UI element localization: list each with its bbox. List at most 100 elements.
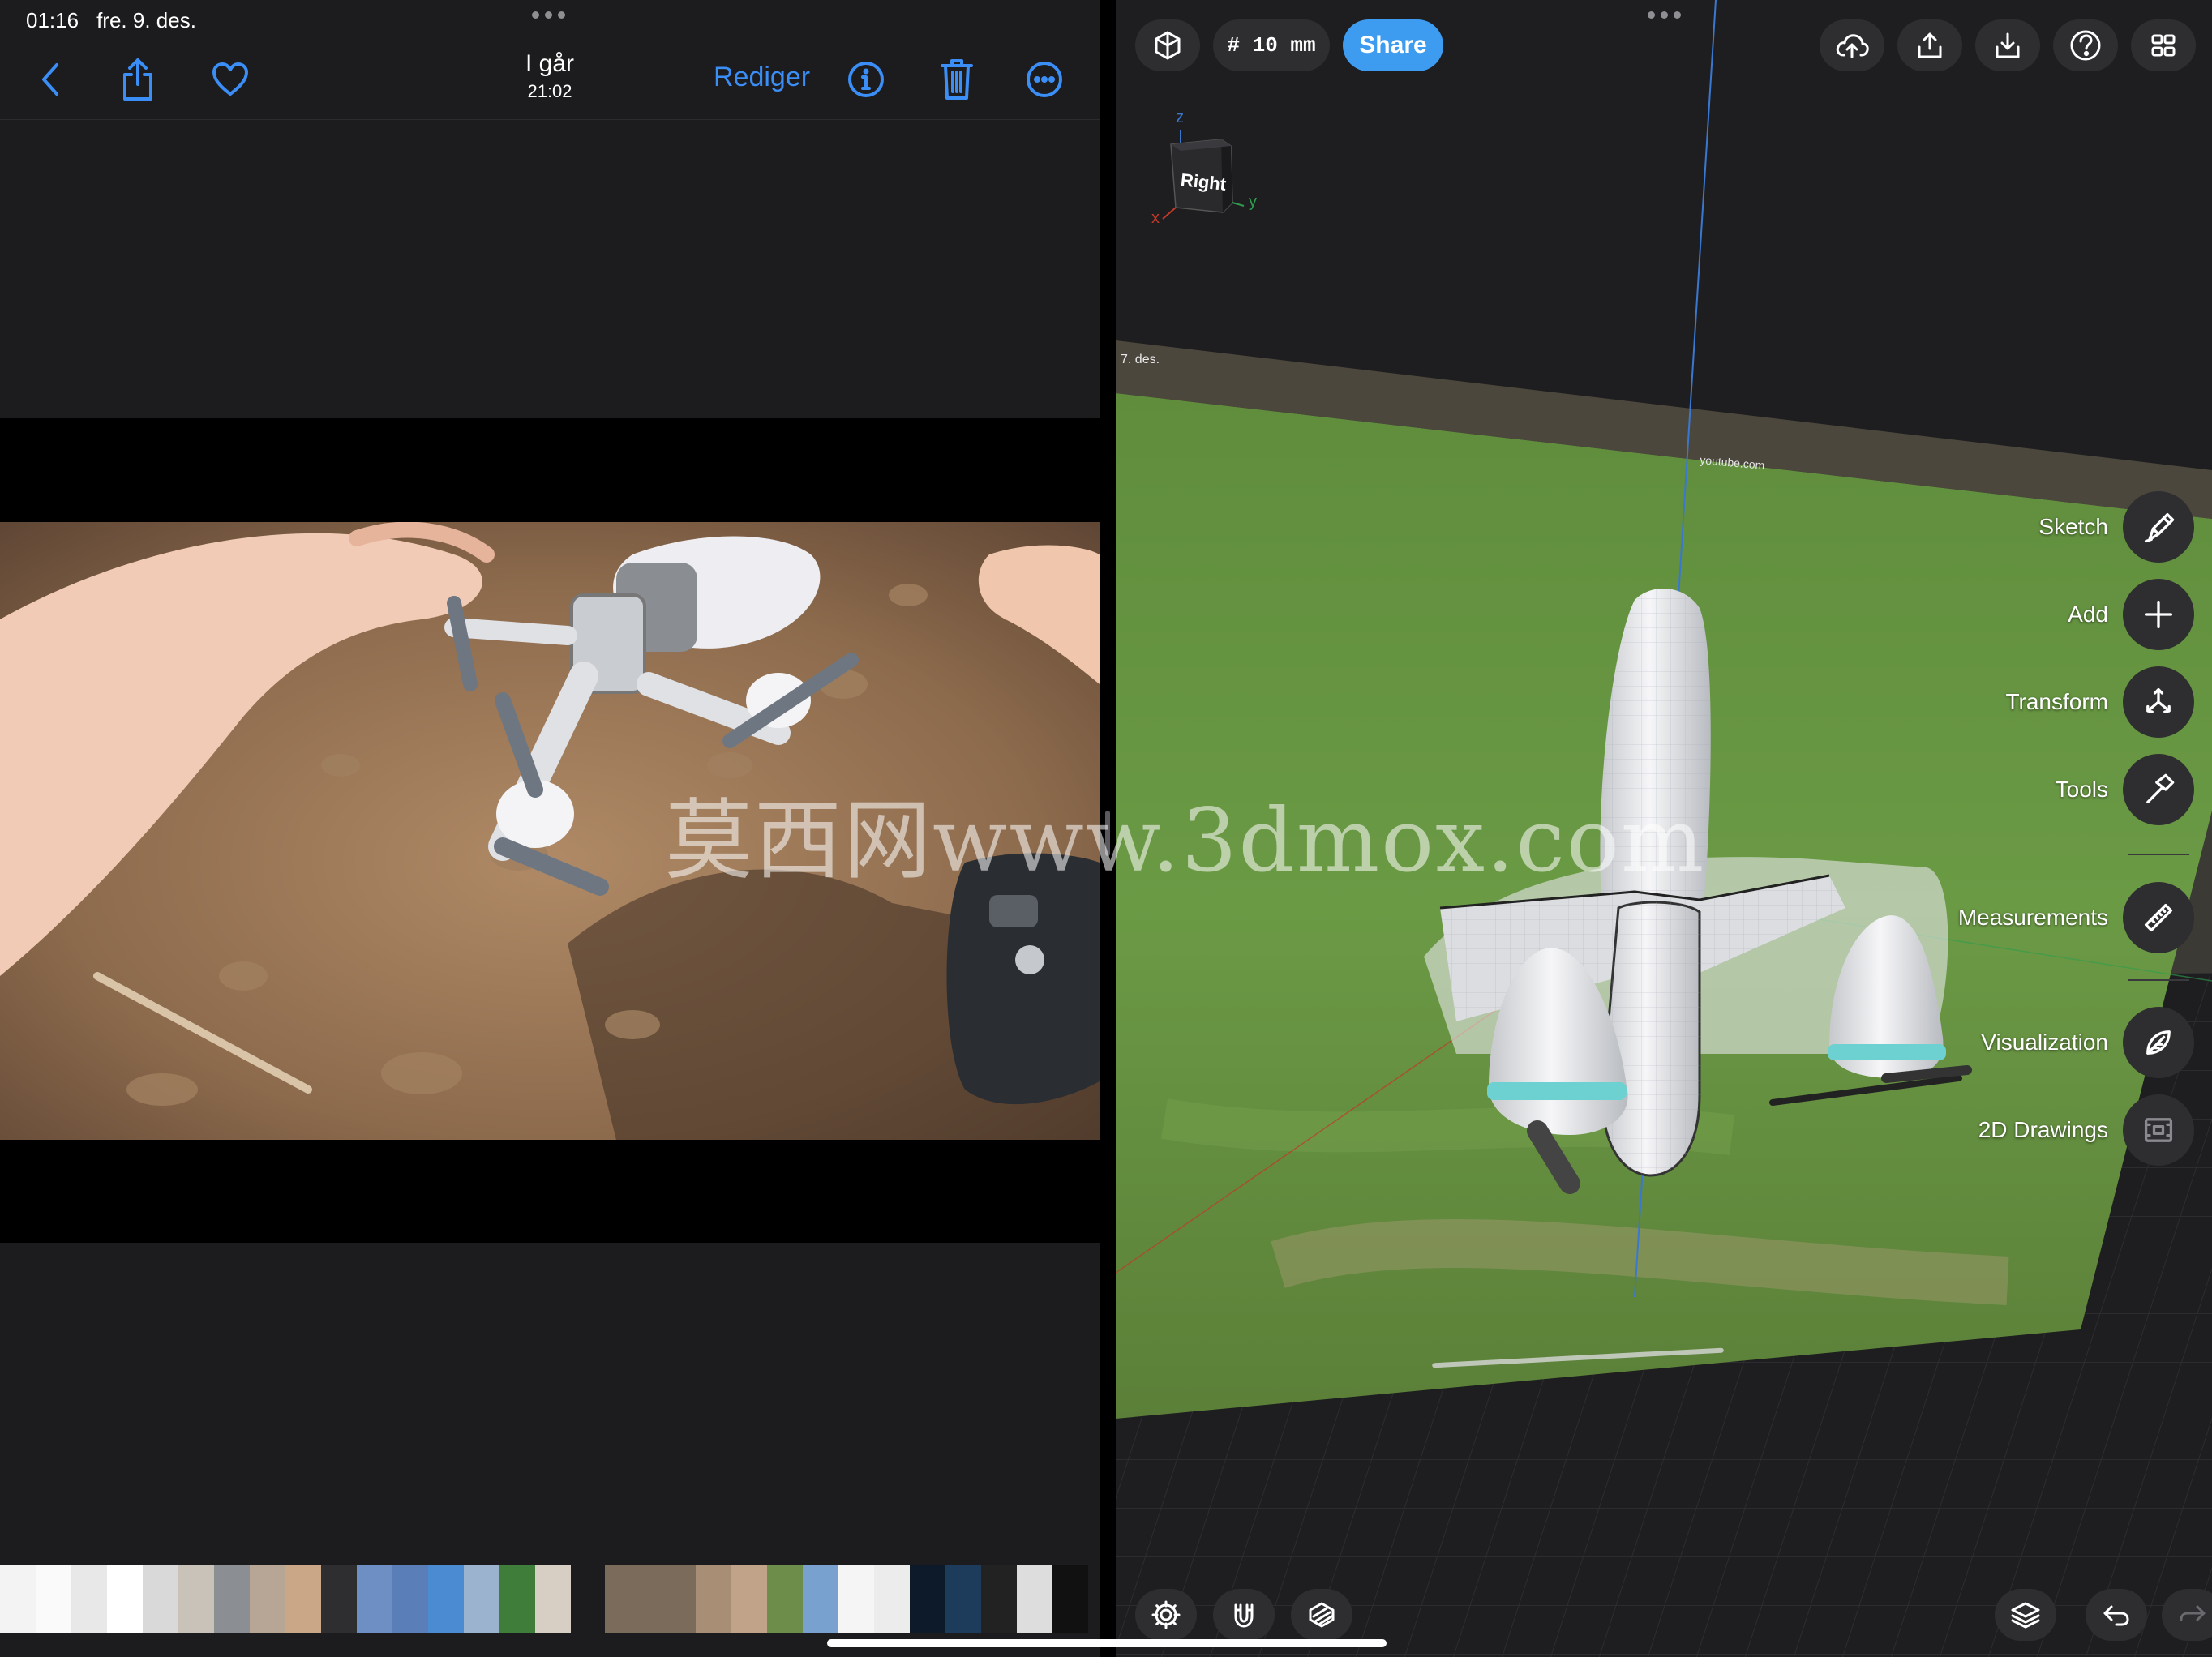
status-bar: 01:16 fre. 9. des. <box>26 8 196 33</box>
thumbnail[interactable] <box>214 1565 250 1633</box>
import-button[interactable] <box>1975 19 2040 71</box>
section-view-button[interactable] <box>1291 1589 1352 1641</box>
thumbnail[interactable] <box>36 1565 71 1633</box>
help-button[interactable] <box>2053 19 2118 71</box>
tool-button-tools[interactable] <box>2123 754 2194 825</box>
gear-icon <box>1151 1600 1181 1629</box>
snapping-button[interactable] <box>1213 1589 1275 1641</box>
pencil-icon <box>2144 512 2175 543</box>
thumbnail[interactable] <box>874 1565 910 1633</box>
plus-icon <box>2144 600 2173 629</box>
export-button[interactable] <box>1897 19 1962 71</box>
thumbnail[interactable] <box>250 1565 285 1633</box>
thumbnail[interactable] <box>71 1565 107 1633</box>
transform-icon <box>2146 687 2171 713</box>
drawing-icon <box>2144 1118 2173 1142</box>
multitasking-handle-right[interactable] <box>1648 11 1681 19</box>
help-icon <box>2070 30 2101 61</box>
thumbnail[interactable] <box>605 1565 696 1633</box>
tool-label-sketch[interactable]: Sketch <box>2038 514 2108 540</box>
home-indicator[interactable] <box>827 1639 1387 1647</box>
thumbnail[interactable] <box>910 1565 945 1633</box>
multitasking-handle[interactable] <box>532 11 565 19</box>
redo-icon <box>2180 1605 2206 1621</box>
thumbnail[interactable] <box>981 1565 1017 1633</box>
tool-button-add[interactable] <box>2123 579 2194 650</box>
tool-button-transform[interactable] <box>2123 666 2194 738</box>
more-button[interactable] <box>1022 57 1067 102</box>
axis-z-label: z <box>1176 109 1184 126</box>
photo-title: I går <box>525 50 575 77</box>
status-time: 01:16 <box>26 8 79 32</box>
thumbnail[interactable] <box>285 1565 321 1633</box>
share-icon <box>123 58 152 101</box>
cloud-upload-button[interactable] <box>1820 19 1884 71</box>
share-button-cad[interactable]: Share <box>1343 19 1443 71</box>
grid-size-button[interactable]: # 10 mm <box>1213 19 1330 71</box>
tool-label-visualization[interactable]: Visualization <box>1981 1030 2108 1055</box>
tool-label-tools[interactable]: Tools <box>2056 777 2108 803</box>
undo-button[interactable] <box>2086 1589 2147 1641</box>
thumbnail[interactable] <box>803 1565 838 1633</box>
trash-icon <box>941 59 973 100</box>
tool-button-visualization[interactable] <box>2123 1007 2194 1078</box>
thumbnail[interactable] <box>464 1565 499 1633</box>
import-icon <box>1996 32 2020 58</box>
thumbnail[interactable] <box>1017 1565 1052 1633</box>
share-button[interactable] <box>114 54 162 105</box>
settings-button[interactable] <box>1135 1589 1197 1641</box>
apps-button[interactable] <box>2131 19 2196 71</box>
thumbnail[interactable] <box>143 1565 178 1633</box>
thumbnail[interactable] <box>731 1565 767 1633</box>
heart-icon <box>212 62 248 96</box>
favorite-button[interactable] <box>204 57 256 102</box>
tool-button-measurements[interactable] <box>2123 882 2194 953</box>
hammer-icon <box>2146 773 2175 804</box>
cloud-upload-icon <box>1836 34 1869 58</box>
delete-button[interactable] <box>934 54 980 105</box>
photo-date-title: I går 21:02 <box>469 50 631 102</box>
thumbnail-strip[interactable] <box>0 1565 1100 1633</box>
thumbnail[interactable] <box>499 1565 535 1633</box>
thumbnail[interactable] <box>107 1565 143 1633</box>
tool-button-sketch[interactable] <box>2123 491 2194 563</box>
thumbnail[interactable] <box>0 1565 36 1633</box>
section-icon <box>1309 1602 1335 1628</box>
view-mode-button[interactable] <box>1135 19 1200 71</box>
thumbnail[interactable] <box>321 1565 357 1633</box>
tool-label-transform[interactable]: Transform <box>2005 689 2108 715</box>
thumbnail[interactable] <box>767 1565 803 1633</box>
thumbnail[interactable] <box>392 1565 428 1633</box>
layers-button[interactable] <box>1995 1589 2056 1641</box>
info-button[interactable] <box>843 57 889 102</box>
chevron-left-icon <box>42 63 58 96</box>
tool-label-measurements[interactable]: Measurements <box>1958 905 2108 931</box>
axis-x-label: x <box>1151 209 1160 227</box>
tool-button-2d-drawings[interactable] <box>2123 1094 2194 1166</box>
watermark-text: 莫西网www.3dmox.com <box>665 790 1706 892</box>
grid-icon <box>2151 34 2176 57</box>
ruler-icon <box>2144 903 2173 932</box>
thumbnail[interactable] <box>838 1565 874 1633</box>
axis-y-label: y <box>1249 193 1257 211</box>
thumbnail[interactable] <box>535 1565 571 1633</box>
export-icon <box>1918 32 1942 58</box>
thumbnail[interactable] <box>945 1565 981 1633</box>
thumbnail[interactable] <box>357 1565 392 1633</box>
thumbnail[interactable] <box>696 1565 731 1633</box>
back-button[interactable] <box>31 57 71 102</box>
thumbnail[interactable] <box>178 1565 214 1633</box>
tool-label-add[interactable]: Add <box>2068 602 2108 627</box>
more-icon <box>1027 62 1062 97</box>
redo-button[interactable] <box>2162 1589 2212 1641</box>
status-date: fre. 9. des. <box>96 8 196 32</box>
edit-button[interactable]: Rediger <box>714 62 810 93</box>
view-cube[interactable]: Right z x y <box>1148 105 1270 235</box>
thumbnail[interactable] <box>1052 1565 1088 1633</box>
thumbnail[interactable] <box>428 1565 464 1633</box>
undo-icon <box>2103 1605 2129 1626</box>
cube-view-icon <box>1155 31 1181 60</box>
tool-divider <box>2128 854 2189 855</box>
tool-label-2d-drawings[interactable]: 2D Drawings <box>1978 1117 2108 1143</box>
photo-time: 21:02 <box>527 81 572 101</box>
